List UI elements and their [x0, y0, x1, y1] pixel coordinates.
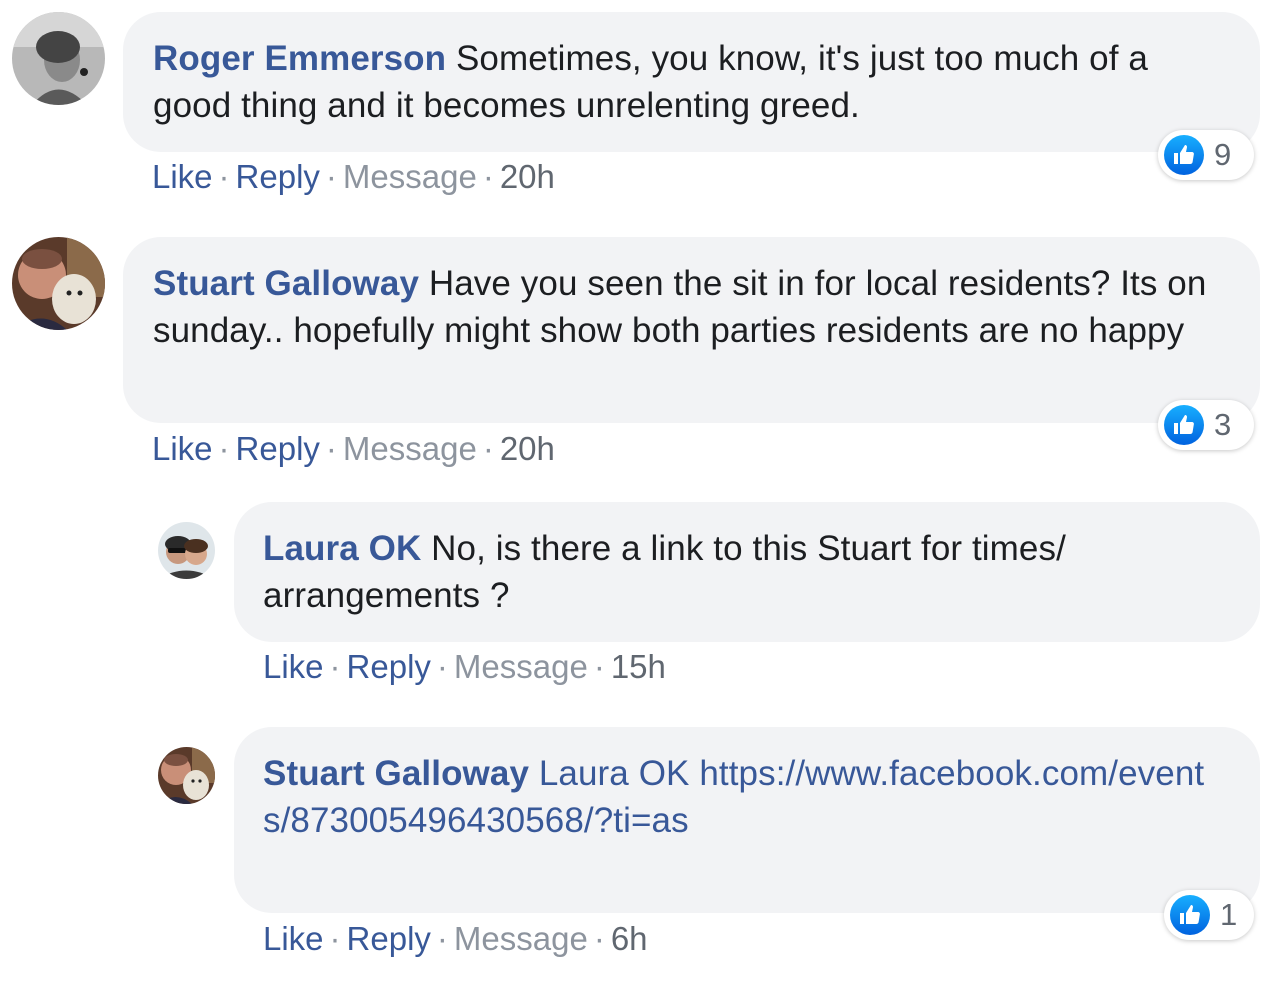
reaction-count: 1 [1220, 897, 1238, 932]
separator: · [436, 648, 448, 685]
message-button[interactable]: Message [343, 430, 477, 467]
separator: · [436, 920, 448, 957]
comment-author[interactable]: Roger Emmerson [153, 39, 446, 78]
reply-author[interactable]: Stuart Galloway [263, 754, 529, 793]
message-button[interactable]: Message [454, 648, 588, 685]
reply-button[interactable]: Reply [236, 430, 320, 467]
thumbs-up-icon [1170, 895, 1210, 935]
avatar[interactable] [12, 237, 105, 330]
separator: · [482, 430, 494, 467]
reply-bubble: Laura OK No, is there a link to this Stu… [234, 502, 1260, 642]
reply-button[interactable]: Reply [347, 648, 431, 685]
separator: · [325, 430, 337, 467]
avatar[interactable] [12, 12, 105, 105]
reply-author[interactable]: Laura OK [263, 529, 421, 568]
message-button[interactable]: Message [343, 158, 477, 195]
reply-actions: Like · Reply · Message · 15h [263, 647, 666, 687]
like-button[interactable]: Like [152, 430, 213, 467]
comment-actions: Like · Reply · Message · 20h [152, 157, 555, 197]
reply-actions: Like · Reply · Message · 6h [263, 919, 648, 959]
timestamp[interactable]: 20h [500, 430, 555, 467]
thumbs-up-icon [1164, 405, 1204, 445]
separator: · [325, 158, 337, 195]
reply-bubble: Stuart Galloway Laura OK https://www.fac… [234, 727, 1260, 913]
mention-tag[interactable]: Laura OK [539, 754, 690, 793]
reply-button[interactable]: Reply [236, 158, 320, 195]
comment-author[interactable]: Stuart Galloway [153, 264, 419, 303]
separator: · [218, 158, 230, 195]
timestamp[interactable]: 20h [500, 158, 555, 195]
message-button[interactable]: Message [454, 920, 588, 957]
reaction-summary[interactable]: 9 [1158, 130, 1254, 180]
comment-bubble: Roger Emmerson Sometimes, you know, it's… [123, 12, 1260, 152]
separator: · [482, 158, 494, 195]
like-button[interactable]: Like [152, 158, 213, 195]
thumbs-up-icon [1164, 135, 1204, 175]
reaction-summary[interactable]: 1 [1164, 890, 1254, 940]
like-button[interactable]: Like [263, 648, 324, 685]
comment-bubble: Stuart Galloway Have you seen the sit in… [123, 237, 1260, 423]
separator: · [329, 648, 341, 685]
reply-button[interactable]: Reply [347, 920, 431, 957]
avatar[interactable] [158, 747, 215, 804]
separator: · [593, 920, 605, 957]
separator: · [218, 430, 230, 467]
reaction-count: 3 [1214, 407, 1232, 442]
timestamp[interactable]: 15h [611, 648, 666, 685]
comment-actions: Like · Reply · Message · 20h [152, 429, 555, 469]
like-button[interactable]: Like [263, 920, 324, 957]
separator: · [329, 920, 341, 957]
avatar[interactable] [158, 522, 215, 579]
reaction-summary[interactable]: 3 [1158, 400, 1254, 450]
separator: · [593, 648, 605, 685]
timestamp[interactable]: 6h [611, 920, 648, 957]
reaction-count: 9 [1214, 137, 1232, 172]
